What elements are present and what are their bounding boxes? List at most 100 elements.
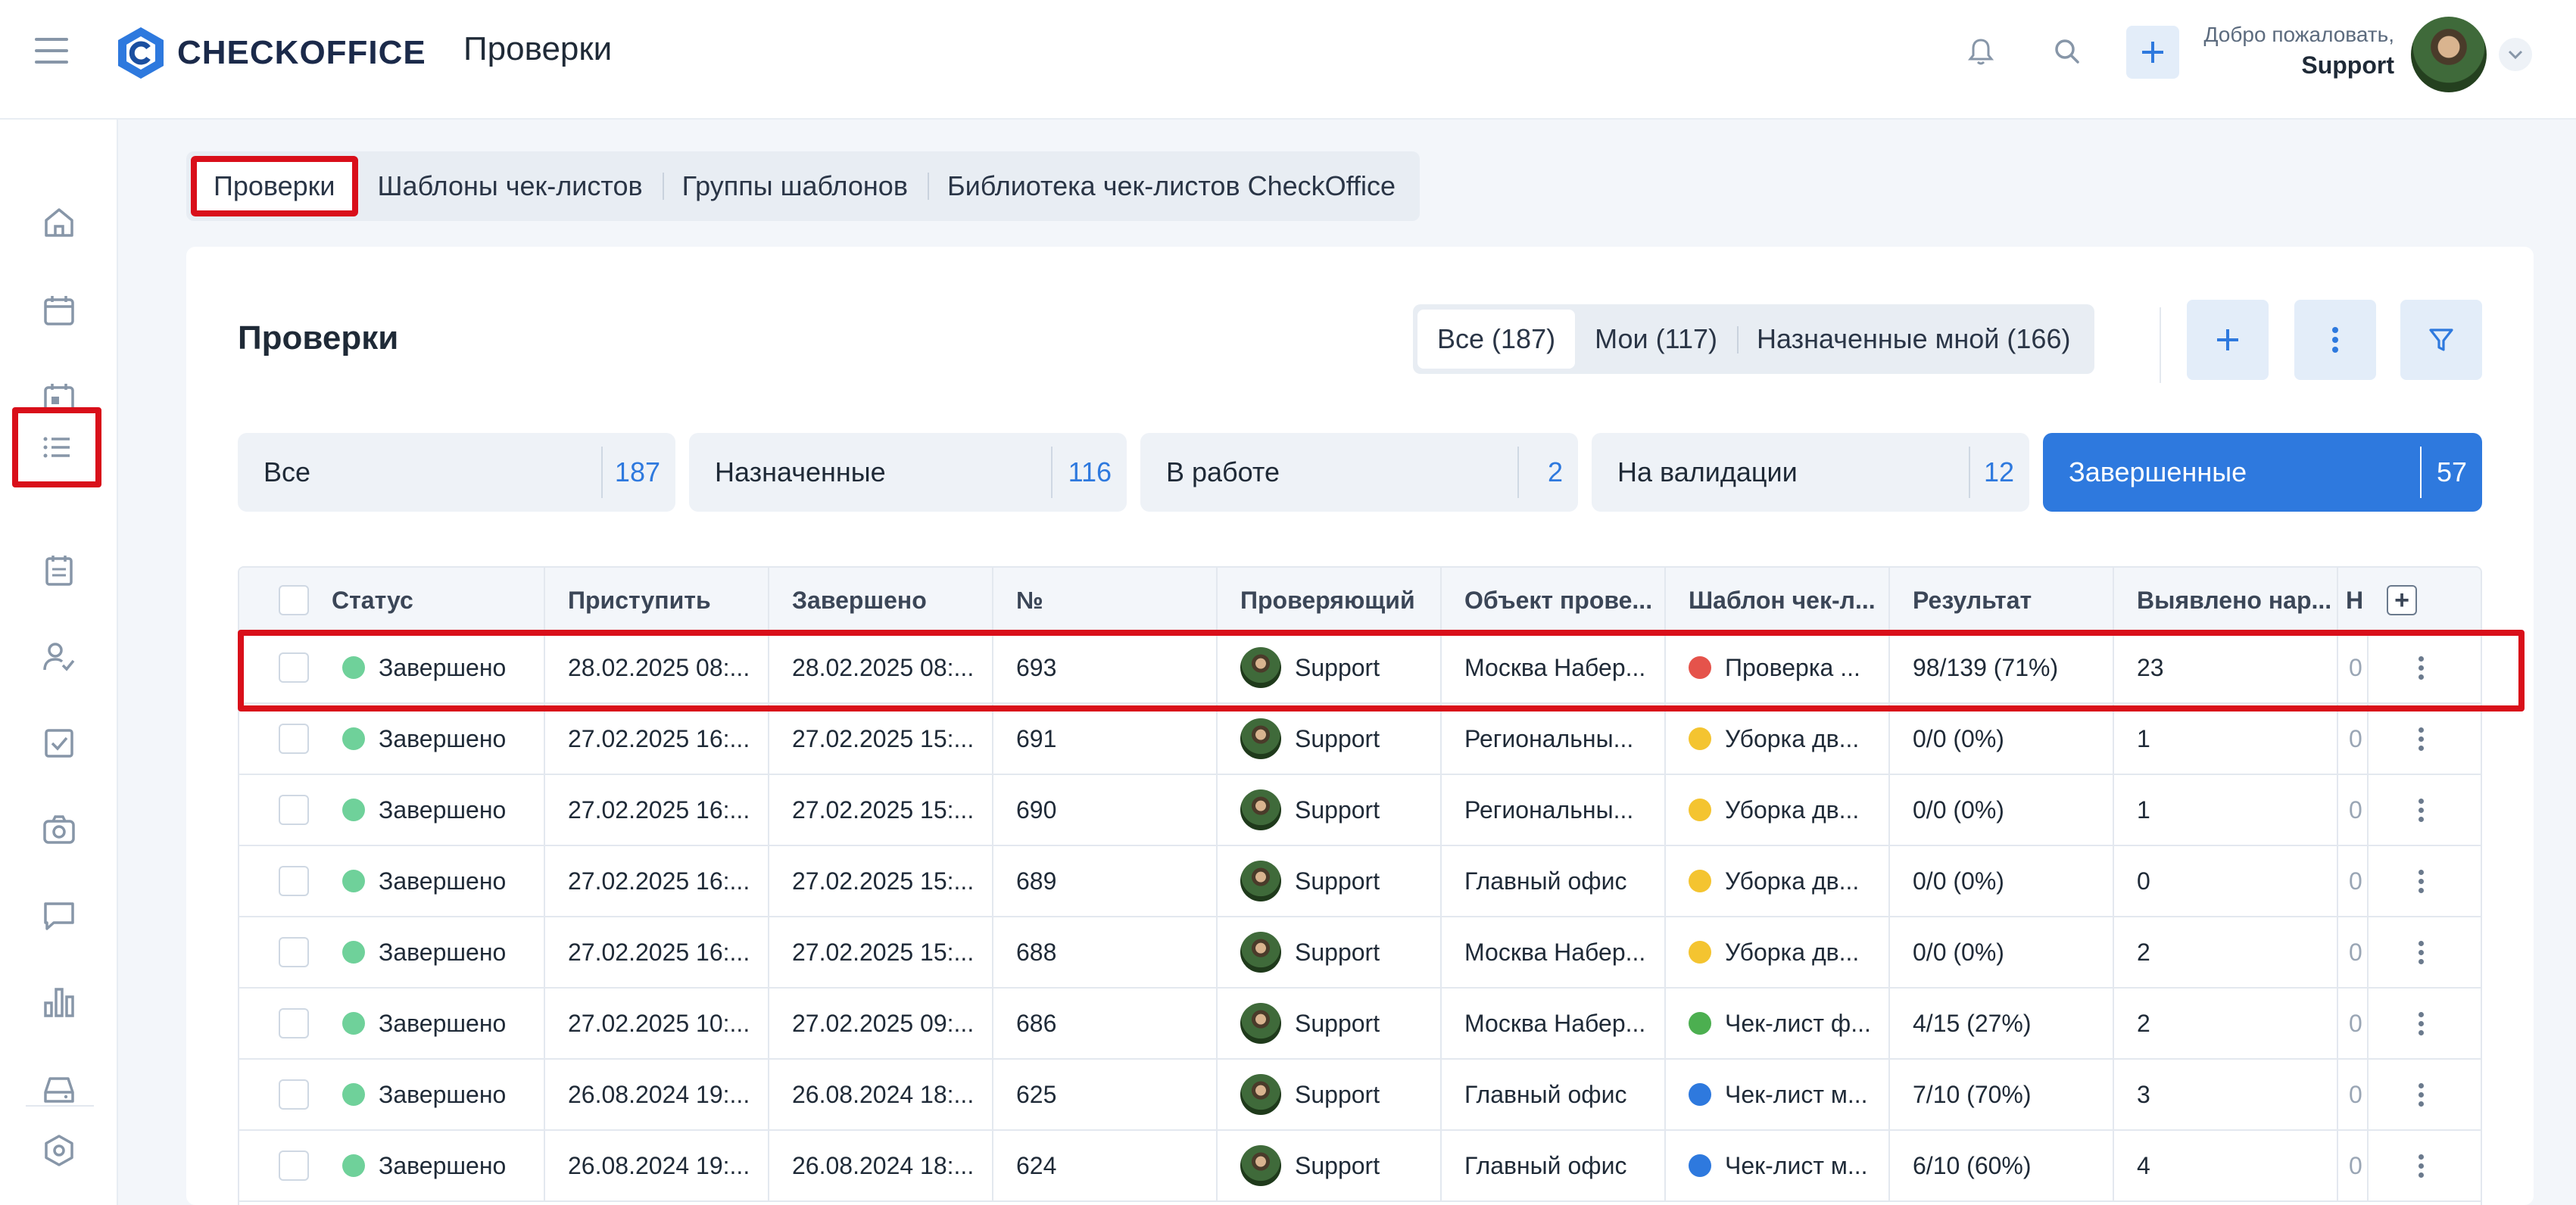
sidebar-item-users[interactable] bbox=[23, 621, 95, 693]
status-tile-all[interactable]: Все 187 bbox=[238, 433, 675, 512]
select-all-checkbox[interactable] bbox=[279, 585, 309, 615]
row-checkbox[interactable] bbox=[279, 724, 309, 754]
status-text: Завершено bbox=[379, 1009, 507, 1037]
result-text: 0/0 (0%) bbox=[1913, 938, 2004, 966]
row-checkbox[interactable] bbox=[279, 937, 309, 967]
status-tile-assigned[interactable]: Назначенные 116 bbox=[689, 433, 1127, 512]
num-cell: 689 bbox=[993, 846, 1218, 916]
more-vertical-icon[interactable] bbox=[2419, 655, 2424, 680]
column-header[interactable]: Результат bbox=[1890, 568, 2114, 633]
sidebar-item-calendar[interactable] bbox=[23, 274, 95, 347]
object-text: Главный офис bbox=[1464, 1151, 1627, 1179]
row-actions-cell bbox=[2369, 917, 2481, 987]
scope-filter: Все (187) Мои (117) Назначенные мной (16… bbox=[1413, 304, 2095, 374]
sidebar-item-checklist[interactable] bbox=[23, 707, 95, 780]
inspector-avatar bbox=[1240, 1074, 1281, 1115]
column-header[interactable]: Н bbox=[2338, 568, 2369, 633]
column-header[interactable]: Приступить bbox=[545, 568, 769, 633]
more-vertical-icon[interactable] bbox=[2419, 1154, 2424, 1178]
column-header[interactable]: Проверяющий bbox=[1218, 568, 1442, 633]
status-tile-validation[interactable]: На валидации 12 bbox=[1592, 433, 2029, 512]
add-check-button[interactable] bbox=[2187, 300, 2269, 380]
inspector-cell: Support bbox=[1218, 704, 1442, 774]
header-add-button[interactable] bbox=[2126, 26, 2179, 79]
logo[interactable]: CHECKOFFICE bbox=[117, 26, 426, 80]
table-row[interactable]: Завершено 27.02.2025 16:... 27.02.2025 15:… bbox=[239, 846, 2481, 917]
sidebar-item-tasks[interactable] bbox=[23, 534, 95, 607]
tab-checkoffice-library[interactable]: Библиотека чек-листов CheckOffice bbox=[927, 156, 1415, 216]
toolbar-divider bbox=[2160, 307, 2161, 383]
result-cell: 6/10 (60%) bbox=[1890, 1131, 2114, 1200]
object-text: Главный офис bbox=[1464, 1080, 1627, 1108]
status-tile-completed[interactable]: Завершенные 57 bbox=[2043, 433, 2482, 512]
status-text: Завершено bbox=[379, 724, 507, 752]
plus-icon bbox=[2142, 42, 2163, 63]
result-cell: 98/139 (71%) bbox=[1890, 633, 2114, 702]
sidebar-item-chat[interactable] bbox=[23, 880, 95, 952]
start-text: 26.08.2024 19:... bbox=[568, 1151, 750, 1179]
more-vertical-icon[interactable] bbox=[2419, 940, 2424, 964]
tab-checklist-templates[interactable]: Шаблоны чек-листов bbox=[358, 156, 663, 216]
num-text: 690 bbox=[1016, 796, 1057, 824]
table-row[interactable]: Завершено 27.02.2025 16:... 27.02.2025 15:… bbox=[239, 775, 2481, 846]
extra-cell: 0 bbox=[2338, 633, 2369, 702]
tile-divider bbox=[1051, 447, 1053, 498]
table-row[interactable]: Завершено 26.08.2024 19:... 26.08.2024 18:… bbox=[239, 1131, 2481, 1202]
num-cell: 691 bbox=[993, 704, 1218, 774]
row-checkbox[interactable] bbox=[279, 795, 309, 825]
sidebar-item-home[interactable] bbox=[23, 186, 95, 259]
result-text: 6/10 (60%) bbox=[1913, 1151, 2032, 1179]
row-checkbox[interactable] bbox=[279, 866, 309, 896]
start-text: 27.02.2025 10:... bbox=[568, 1009, 750, 1037]
tile-divider bbox=[1969, 447, 1970, 498]
object-cell: Главный офис bbox=[1442, 1131, 1666, 1200]
end-text: 27.02.2025 15:... bbox=[792, 938, 975, 966]
table-row[interactable]: Завершено 27.02.2025 10:... 27.02.2025 09:… bbox=[239, 989, 2481, 1060]
add-column-button[interactable]: + bbox=[2387, 585, 2417, 615]
column-header[interactable]: Завершено bbox=[769, 568, 993, 633]
scope-mine[interactable]: Мои (117) bbox=[1575, 310, 1737, 369]
tab-checks[interactable]: Проверки bbox=[191, 156, 358, 216]
violations-text: 2 bbox=[2137, 1009, 2150, 1037]
status-tile-in-progress[interactable]: В работе 2 bbox=[1140, 433, 1578, 512]
menu-icon[interactable] bbox=[35, 38, 68, 64]
template-text: Чек-лист м... bbox=[1725, 1151, 1868, 1179]
more-options-button[interactable] bbox=[2294, 300, 2376, 380]
row-checkbox[interactable] bbox=[279, 652, 309, 683]
table-row[interactable]: Завершено 27.02.2025 16:... 27.02.2025 15:… bbox=[239, 917, 2481, 989]
start-cell: 27.02.2025 10:... bbox=[545, 989, 769, 1058]
search-icon[interactable] bbox=[2049, 33, 2085, 70]
scope-all[interactable]: Все (187) bbox=[1417, 310, 1576, 369]
calendar-icon bbox=[44, 296, 74, 325]
sidebar-item-settings[interactable] bbox=[23, 1114, 95, 1187]
more-vertical-icon[interactable] bbox=[2419, 1082, 2424, 1107]
column-header[interactable]: Объект прове... bbox=[1442, 568, 1666, 633]
row-checkbox[interactable] bbox=[279, 1008, 309, 1038]
user-avatar[interactable] bbox=[2411, 17, 2487, 92]
num-text: 625 bbox=[1016, 1080, 1057, 1108]
column-header[interactable]: Выявлено нар... bbox=[2114, 568, 2338, 633]
bell-icon[interactable] bbox=[1963, 33, 1999, 70]
sidebar-item-checks[interactable] bbox=[12, 407, 101, 487]
row-checkbox[interactable] bbox=[279, 1079, 309, 1110]
more-vertical-icon[interactable] bbox=[2419, 727, 2424, 751]
result-cell: 4/15 (27%) bbox=[1890, 989, 2114, 1058]
chevron-down-icon[interactable] bbox=[2499, 38, 2532, 71]
tab-template-groups[interactable]: Группы шаблонов bbox=[662, 156, 928, 216]
sidebar-item-photos[interactable] bbox=[23, 793, 95, 866]
object-cell: Москва Набер... bbox=[1442, 989, 1666, 1058]
more-vertical-icon[interactable] bbox=[2419, 869, 2424, 893]
scope-assigned-by-me[interactable]: Назначенные мной (166) bbox=[1736, 310, 2090, 369]
sidebar-item-reports[interactable] bbox=[23, 966, 95, 1038]
filter-button[interactable] bbox=[2400, 300, 2482, 380]
result-cell: 0/0 (0%) bbox=[1890, 917, 2114, 987]
table-row[interactable]: Завершено 27.02.2025 16:... 27.02.2025 15:… bbox=[239, 704, 2481, 775]
more-vertical-icon[interactable] bbox=[2419, 1011, 2424, 1035]
column-header[interactable]: № bbox=[993, 568, 1218, 633]
table-row[interactable]: Завершено 28.02.2025 08:... 28.02.2025 08:… bbox=[239, 633, 2481, 704]
row-checkbox[interactable] bbox=[279, 1151, 309, 1181]
more-vertical-icon[interactable] bbox=[2419, 798, 2424, 822]
table-row[interactable]: Завершено 26.08.2024 19:... 26.08.2024 18:… bbox=[239, 1060, 2481, 1131]
column-header[interactable]: Шаблон чек-л... bbox=[1666, 568, 1890, 633]
status-tile-count: 2 bbox=[1547, 456, 1563, 487]
